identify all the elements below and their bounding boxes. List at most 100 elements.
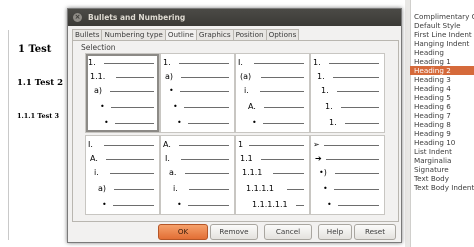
outline-level-rule bbox=[188, 123, 229, 124]
outline-level-label: A. bbox=[248, 102, 256, 111]
styles-panel: Complimentary CloseDefault StyleFirst Li… bbox=[405, 0, 474, 247]
outline-level: 1.1.1.1 bbox=[246, 184, 274, 193]
tab-graphics[interactable]: Graphics bbox=[195, 29, 234, 40]
outline-level-label: • bbox=[169, 86, 174, 95]
outline-level-rule bbox=[261, 159, 304, 160]
reset-button[interactable]: Reset bbox=[354, 224, 396, 240]
outline-level-label: 1. bbox=[163, 58, 171, 67]
outline-level-rule bbox=[184, 107, 229, 108]
outline-level-label: • bbox=[252, 118, 257, 127]
outline-level-rule bbox=[188, 205, 229, 206]
outline-level-label: •) bbox=[319, 168, 327, 177]
style-item[interactable]: Complimentary Close bbox=[410, 12, 474, 21]
outline-option[interactable]: I. A. i. a) • bbox=[85, 135, 160, 215]
outline-level-label: • bbox=[327, 200, 332, 209]
outline-level-label: • bbox=[177, 118, 182, 127]
remove-button[interactable]: Remove bbox=[210, 224, 258, 240]
dialog-titlebar: × Bullets and Numbering bbox=[68, 9, 401, 26]
outline-level-rule bbox=[110, 173, 154, 174]
outline-level-label: I. bbox=[88, 140, 93, 149]
tab-numbering-type[interactable]: Numbering type bbox=[101, 29, 166, 40]
style-item[interactable]: Heading 4 bbox=[410, 84, 474, 93]
outline-level: a. bbox=[169, 168, 176, 177]
outline-level: 1. bbox=[325, 102, 333, 111]
outline-level-rule bbox=[264, 107, 304, 108]
outline-level-label: a) bbox=[165, 72, 174, 81]
style-item[interactable]: Heading 8 bbox=[410, 120, 474, 129]
heading-1-text[interactable]: 1 Test bbox=[18, 44, 51, 55]
outline-level: a) bbox=[94, 86, 102, 95]
outline-level-label: 1.1. bbox=[90, 72, 106, 81]
style-item[interactable]: Heading 9 bbox=[410, 129, 474, 138]
outline-level: (a) bbox=[240, 72, 251, 81]
outline-grid: 1. 1.1. a) • • 1. a) • • • I. (a) i. A. • 1. 1. 1. 1. 1. I. A… bbox=[85, 53, 385, 215]
tab-position[interactable]: Position bbox=[232, 29, 267, 40]
outline-option[interactable]: 1. 1.1. a) • • bbox=[85, 53, 160, 133]
outline-option[interactable]: ➢ ➔ •) • • bbox=[310, 135, 385, 215]
outline-option[interactable]: I. (a) i. A. • bbox=[235, 53, 310, 133]
outline-level-rule bbox=[104, 145, 154, 146]
outline-level-label: i. bbox=[94, 168, 99, 177]
style-item[interactable]: Heading 10 bbox=[410, 138, 474, 147]
outline-level: • bbox=[173, 102, 178, 111]
outline-level-rule bbox=[113, 205, 154, 206]
outline-level-rule bbox=[110, 91, 154, 92]
tab-options[interactable]: Options bbox=[265, 29, 300, 40]
outline-level: • bbox=[327, 200, 332, 209]
cancel-button[interactable]: Cancel bbox=[264, 224, 312, 240]
outline-level: ➔ bbox=[315, 154, 322, 163]
outline-option[interactable]: 1. 1. 1. 1. 1. bbox=[310, 53, 385, 133]
style-item[interactable]: Heading bbox=[410, 48, 474, 57]
outline-level-label: 1.1.1.1.1 bbox=[252, 200, 288, 209]
outline-option[interactable]: A. I. a. i. • bbox=[160, 135, 235, 215]
heading-3-text[interactable]: 1.1.1 Test 3 bbox=[17, 112, 59, 120]
outline-level-label: 1. bbox=[313, 58, 321, 67]
outline-level: I. bbox=[165, 154, 170, 163]
outline-level-label: 1. bbox=[88, 58, 96, 67]
style-item[interactable]: Hanging Indent bbox=[410, 39, 474, 48]
tab-bullets[interactable]: Bullets bbox=[72, 29, 103, 40]
outline-level-rule bbox=[181, 77, 229, 78]
close-icon[interactable]: × bbox=[73, 13, 82, 22]
style-item[interactable]: Text Body Indent bbox=[410, 183, 474, 192]
outline-level: I. bbox=[238, 58, 243, 67]
style-item[interactable]: Heading 2 bbox=[410, 66, 474, 75]
tab-bar: Bullets Numbering type Outline Graphics Posi… bbox=[72, 29, 300, 41]
outline-level-label: • bbox=[102, 200, 107, 209]
outline-level-rule bbox=[273, 173, 304, 174]
style-item[interactable]: Heading 3 bbox=[410, 75, 474, 84]
style-item[interactable]: First Line Indent bbox=[410, 30, 474, 39]
button-bar: OK Remove Cancel Help Reset bbox=[68, 224, 401, 242]
outline-level-label: ➔ bbox=[315, 154, 322, 163]
outline-level: • bbox=[100, 102, 105, 111]
style-item[interactable]: Heading 1 bbox=[410, 57, 474, 66]
outline-level: 1.1.1.1.1 bbox=[252, 200, 288, 209]
outline-option[interactable]: 1. a) • • • bbox=[160, 53, 235, 133]
help-button[interactable]: Help bbox=[318, 224, 352, 240]
outline-level-label: ➢ bbox=[313, 140, 320, 149]
style-item[interactable]: List Indent bbox=[410, 147, 474, 156]
outline-level-rule bbox=[104, 63, 154, 64]
outline-level-rule bbox=[115, 123, 154, 124]
outline-level-rule bbox=[106, 159, 154, 160]
outline-level-rule bbox=[335, 173, 379, 174]
ok-button[interactable]: OK bbox=[158, 224, 208, 240]
outline-level: i. bbox=[244, 86, 249, 95]
style-item[interactable]: Heading 7 bbox=[410, 111, 474, 120]
style-item[interactable]: Heading 6 bbox=[410, 102, 474, 111]
style-item[interactable]: Heading 5 bbox=[410, 93, 474, 102]
outline-level-label: • bbox=[104, 118, 109, 127]
outline-level-label: a. bbox=[169, 168, 177, 177]
style-item[interactable]: Marginalia bbox=[410, 156, 474, 165]
style-item[interactable]: Text Body bbox=[410, 174, 474, 183]
style-item[interactable]: Signature bbox=[410, 165, 474, 174]
style-item[interactable]: Default Style bbox=[410, 21, 474, 30]
outline-level: a) bbox=[165, 72, 173, 81]
outline-option[interactable]: 1 1.1 1.1.1 1.1.1.1 1.1.1.1.1 bbox=[235, 135, 310, 215]
outline-level-rule bbox=[249, 145, 304, 146]
outline-level-label: 1.1 bbox=[240, 154, 253, 163]
outline-level-rule bbox=[260, 91, 304, 92]
heading-2-text[interactable]: 1.1 Test 2 bbox=[17, 78, 63, 88]
margin-guide bbox=[8, 30, 9, 240]
selection-frame: Selection 1. 1.1. a) • • 1. a) • • • I. (a) i. A. • 1. 1… bbox=[72, 40, 399, 222]
